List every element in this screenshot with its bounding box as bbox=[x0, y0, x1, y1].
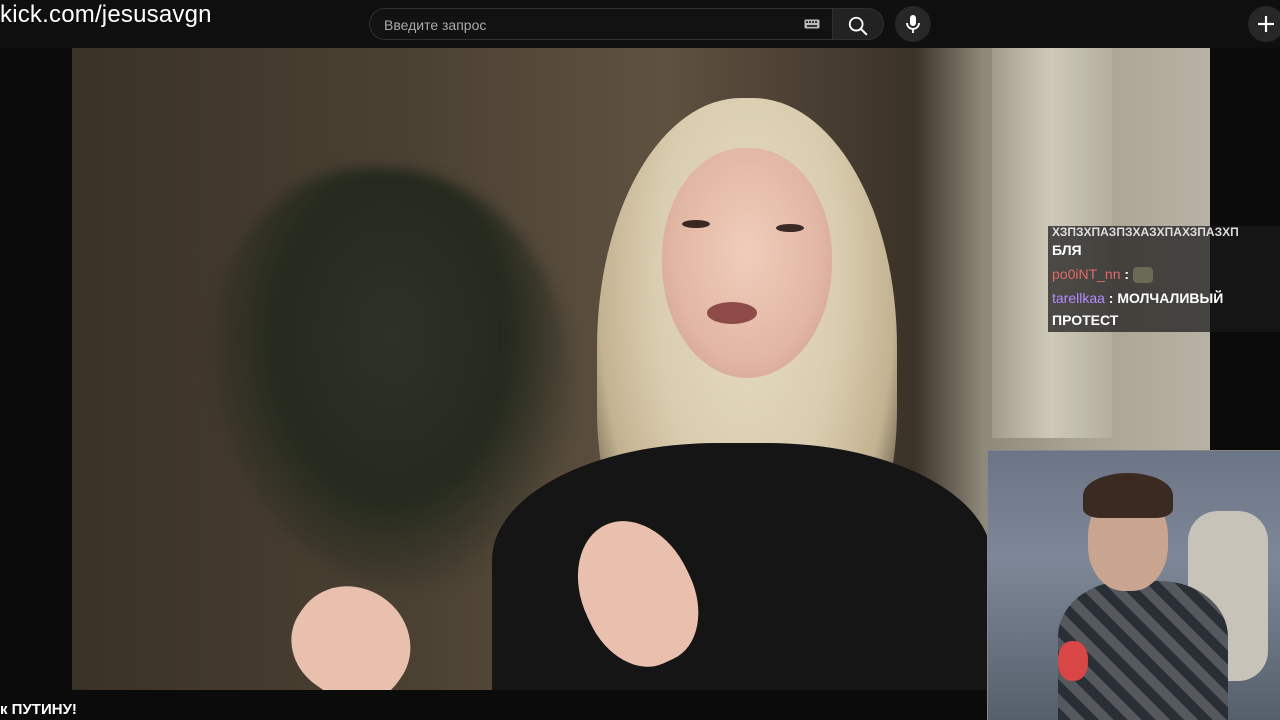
speaker-torso bbox=[492, 443, 992, 690]
chat-message: ХЗПЗХПАЗПЗХАЗХПАХЗПАЗХП bbox=[1048, 226, 1280, 238]
search-icon bbox=[848, 16, 868, 36]
chat-username[interactable]: po0iNT_nn bbox=[1052, 266, 1121, 282]
chat-message-text: БЛЯ bbox=[1052, 242, 1082, 258]
create-button[interactable] bbox=[1248, 6, 1280, 42]
plus-icon bbox=[1258, 16, 1274, 32]
chat-message: po0iNT_nn : bbox=[1048, 262, 1280, 286]
keyboard-icon[interactable] bbox=[804, 19, 820, 29]
speaker-eye-right bbox=[776, 224, 804, 232]
emote-icon bbox=[1132, 267, 1153, 284]
chat-overlay: ХЗПЗХПАЗПЗХАЗХПАХЗПАЗХП БЛЯ po0iNT_nn : … bbox=[1048, 226, 1280, 332]
microphone-windscreen bbox=[1058, 641, 1088, 681]
voice-search-button[interactable] bbox=[895, 6, 931, 42]
speaker-mouth bbox=[707, 302, 757, 324]
chat-separator: : bbox=[1120, 266, 1133, 282]
microphone-icon bbox=[906, 15, 920, 33]
chat-message: tarellkaa : МОЛЧАЛИВЫЙ ПРОТЕСТ bbox=[1048, 286, 1280, 332]
search-box[interactable] bbox=[369, 8, 833, 41]
chat-username[interactable]: tarellkaa bbox=[1052, 290, 1105, 306]
speaker-face bbox=[662, 148, 832, 378]
chat-message-text: ХЗПЗХПАЗПЗХАЗХПАХЗПАЗХП bbox=[1052, 226, 1239, 238]
stream-watermark: kick.com/jesusavgn bbox=[0, 1, 212, 28]
search-input[interactable] bbox=[382, 9, 786, 41]
search-button[interactable] bbox=[832, 8, 884, 40]
chat-message: БЛЯ bbox=[1048, 238, 1280, 262]
stream-caption: к ПУТИНУ! bbox=[0, 701, 77, 718]
webcam-overlay bbox=[987, 450, 1280, 720]
chat-separator: : bbox=[1104, 290, 1118, 306]
webcam-streamer-hair bbox=[1083, 473, 1173, 518]
speaker-eye-left bbox=[682, 220, 710, 228]
